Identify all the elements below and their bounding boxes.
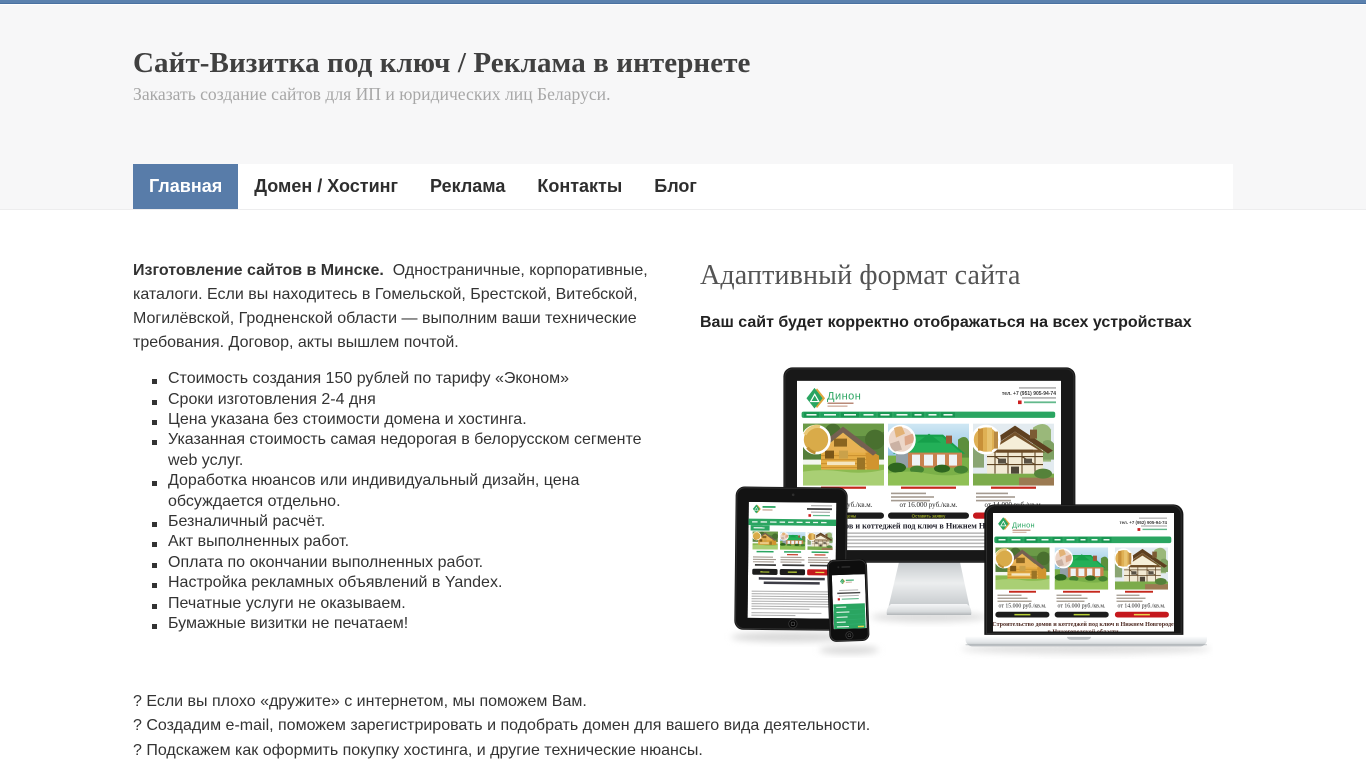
svg-text:Строительство домов и коттедже: Строительство домов и коттеджей под ключ… xyxy=(992,621,1174,628)
svg-text:от 16.000 руб./кв.м.: от 16.000 руб./кв.м. xyxy=(1058,602,1107,609)
svg-text:тел. +7 (952) 905-94-74: тел. +7 (952) 905-94-74 xyxy=(1119,520,1167,525)
svg-text:тел. +7 (951) 905-94-74: тел. +7 (951) 905-94-74 xyxy=(1002,391,1056,397)
svg-text:от 14.000 руб./кв.м.: от 14.000 руб./кв.м. xyxy=(1118,602,1167,609)
svg-text:Оставить заявку: Оставить заявку xyxy=(912,514,946,519)
svg-text:Динон: Динон xyxy=(827,391,861,403)
svg-text:от 15.000 руб./кв.м.: от 15.000 руб./кв.м. xyxy=(999,602,1048,609)
svg-text:от 16.000 руб./кв.м.: от 16.000 руб./кв.м. xyxy=(900,501,958,509)
svg-text:Динон: Динон xyxy=(1012,521,1035,530)
